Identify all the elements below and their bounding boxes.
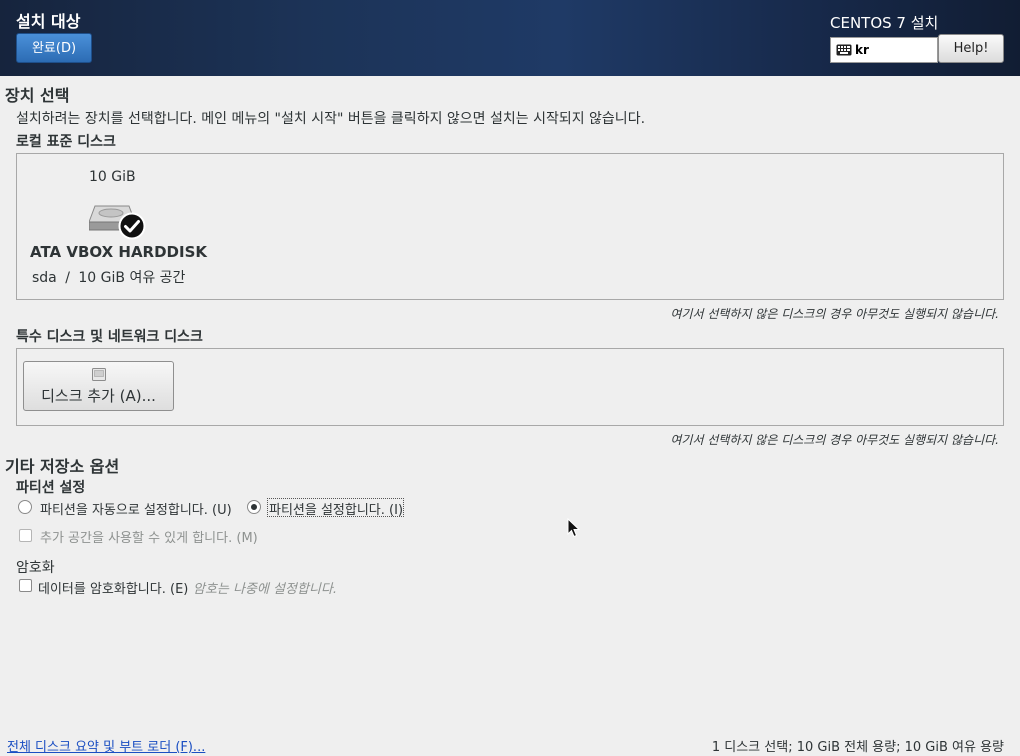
device-selection-heading: 장치 선택: [5, 86, 70, 105]
disk-item-sda[interactable]: 10 GiB ATA VBOX HARDDISK sda / 10 GiB 여유…: [23, 162, 213, 292]
local-disks-heading: 로컬 표준 디스크: [16, 134, 116, 150]
auto-partition-label[interactable]: 파티션을 자동으로 설정합니다. (U): [40, 499, 232, 518]
disk-separator: /: [65, 270, 70, 286]
keyboard-layout-label: kr: [855, 43, 869, 57]
disk-details: sda / 10 GiB 여유 공간: [32, 267, 185, 287]
encryption-heading: 암호화: [16, 560, 55, 576]
disk-free-space: 10 GiB 여유 공간: [78, 270, 186, 286]
disk-name: ATA VBOX HARDDISK: [30, 243, 208, 261]
mouse-cursor-icon: [567, 518, 580, 538]
extra-space-checkbox[interactable]: [19, 529, 32, 542]
product-title: CENTOS 7 설치: [830, 14, 939, 32]
extra-space-label[interactable]: 추가 공간을 사용할 수 있게 합니다. (M): [40, 527, 258, 546]
other-options-heading: 기타 저장소 옵션: [5, 457, 120, 476]
add-disk-label: 디스크 추가 (A)...: [41, 387, 156, 405]
auto-partition-radio[interactable]: [18, 500, 32, 514]
special-disks-heading: 특수 디스크 및 네트워크 디스크: [16, 329, 203, 345]
partitioning-heading: 파티션 설정: [16, 480, 86, 496]
keyboard-icon: [836, 44, 852, 56]
done-button[interactable]: 완료(D): [16, 33, 92, 63]
local-disks-panel: 10 GiB ATA VBOX HARDDISK sda / 10 GiB 여유…: [16, 153, 1004, 300]
encrypt-label[interactable]: 데이터를 암호화합니다. (E): [38, 578, 188, 597]
manual-partition-radio[interactable]: [247, 500, 261, 514]
disk-device: sda: [32, 270, 57, 286]
add-disk-button[interactable]: 디스크 추가 (A)...: [23, 361, 174, 411]
help-button[interactable]: Help!: [938, 34, 1004, 63]
keyboard-layout-indicator[interactable]: kr: [830, 37, 938, 63]
selected-check-icon: [118, 212, 146, 240]
disk-summary-link[interactable]: 전체 디스크 요약 및 부트 로더 (F)...: [7, 736, 205, 755]
local-disks-note: 여기서 선택하지 않은 디스크의 경우 아무것도 실행되지 않습니다.: [670, 307, 999, 321]
encrypt-checkbox[interactable]: [19, 579, 32, 592]
device-selection-description: 설치하려는 장치를 선택합니다. 메인 메뉴의 "설치 시작" 버튼을 클릭하지…: [16, 111, 646, 127]
spoke-title: 설치 대상: [16, 12, 81, 31]
add-disk-icon: [92, 368, 106, 381]
selection-status: 1 디스크 선택; 10 GiB 전체 용량; 10 GiB 여유 용량: [711, 740, 1004, 755]
disk-size: 10 GiB: [89, 169, 136, 185]
header-bar: 설치 대상 완료(D) CENTOS 7 설치 kr Help!: [0, 0, 1020, 76]
manual-partition-label[interactable]: 파티션을 설정합니다. (I): [269, 499, 403, 518]
encrypt-hint: 암호는 나중에 설정합니다.: [193, 582, 337, 597]
special-disks-note: 여기서 선택하지 않은 디스크의 경우 아무것도 실행되지 않습니다.: [670, 433, 999, 447]
